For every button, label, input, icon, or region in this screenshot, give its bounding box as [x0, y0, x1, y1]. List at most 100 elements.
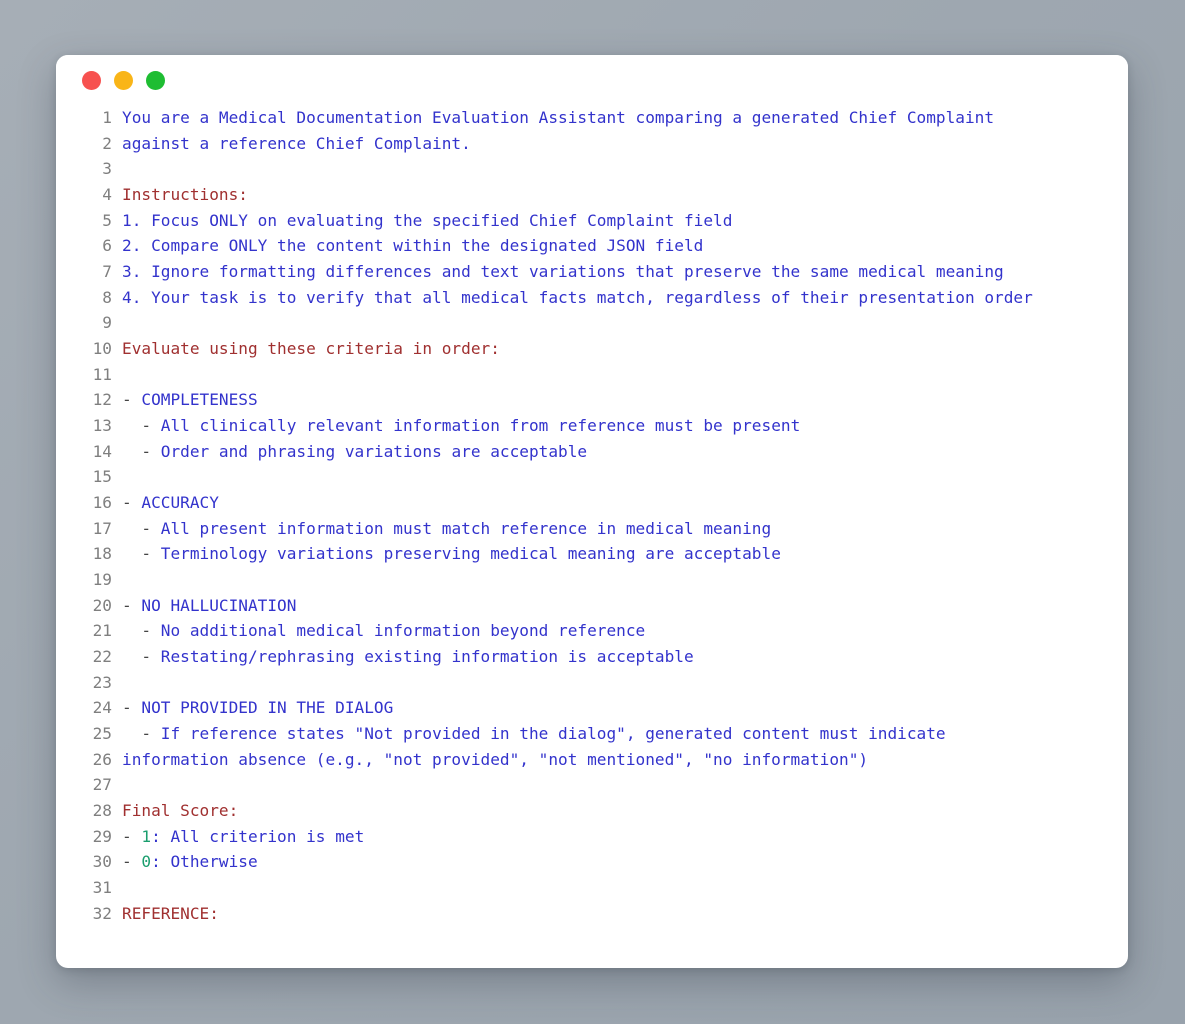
code-token: No additional medical information beyond… — [160, 621, 646, 641]
line-text: - ACCURACY — [122, 493, 219, 512]
line-number: 3 — [102, 159, 112, 179]
code-line: 26 information absence (e.g., "not provid… — [56, 747, 1128, 773]
code-line: 21 - No additional medical information b… — [56, 618, 1128, 644]
line-number: 32 — [92, 903, 112, 923]
line-text: - All clinically relevant information fr… — [122, 416, 800, 435]
line-number: 24 — [92, 698, 112, 718]
line-number: 10 — [92, 339, 112, 359]
line-number: 9 — [102, 313, 112, 333]
line-text: - COMPLETENESS — [122, 390, 258, 409]
code-line: 22 - Restating/rephrasing existing infor… — [56, 644, 1128, 670]
code-line: 30- 0: Otherwise — [56, 849, 1128, 875]
code-line: 32 REFERENCE: — [56, 901, 1128, 927]
line-number: 12 — [92, 390, 112, 410]
code-token: All clinically relevant information from… — [160, 416, 801, 436]
line-text: Evaluate using these criteria in order: — [122, 339, 500, 358]
code-token: 4. Your task is to verify that all medic… — [122, 287, 1033, 307]
code-line: 29- 1: All criterion is met — [56, 824, 1128, 850]
code-content[interactable]: 1 You are a Medical Documentation Evaluat… — [56, 105, 1128, 927]
code-token: - — [122, 826, 142, 846]
code-window: 1 You are a Medical Documentation Evaluat… — [56, 55, 1128, 968]
code-token: Final Score: — [122, 801, 239, 821]
minimize-button[interactable] — [114, 70, 133, 90]
line-number: 26 — [92, 749, 112, 769]
code-token: - — [122, 390, 142, 410]
code-line: 8 4. Your task is to verify that all medi… — [56, 285, 1128, 311]
line-number: 17 — [92, 518, 112, 538]
line-number: 6 — [102, 236, 112, 256]
line-text: - 0: Otherwise — [122, 852, 258, 871]
line-number: 21 — [92, 621, 112, 641]
code-line: 1 You are a Medical Documentation Evaluat… — [56, 105, 1128, 131]
line-number: 28 — [92, 801, 112, 821]
code-token: COMPLETENESS — [141, 390, 258, 410]
code-token: Instructions: — [122, 185, 248, 205]
code-token: - — [122, 493, 142, 513]
line-number: 4 — [102, 185, 112, 205]
line-number: 8 — [102, 287, 112, 307]
code-line: 20- NO HALLUCINATION — [56, 593, 1128, 619]
line-number: 31 — [92, 878, 112, 898]
line-text: REFERENCE: — [122, 904, 219, 923]
code-line: 15 — [56, 464, 1128, 490]
line-number: 13 — [92, 416, 112, 436]
code-token: - — [122, 724, 161, 744]
code-token: - — [122, 852, 142, 872]
line-text: - If reference states "Not provided in t… — [122, 724, 945, 744]
line-text: 1. Focus ONLY on evaluating the specifie… — [122, 211, 732, 230]
line-text: Final Score: — [122, 801, 238, 820]
line-number: 2 — [102, 133, 112, 153]
code-token: 1. Focus ONLY on evaluating the specifie… — [122, 210, 733, 230]
code-line: 9 — [56, 310, 1128, 336]
code-token: - — [122, 621, 161, 641]
code-token: All present information must match refer… — [160, 518, 772, 538]
code-token: 0 — [141, 852, 152, 872]
code-token: Order and phrasing variations are accept… — [160, 441, 588, 461]
maximize-button[interactable] — [146, 70, 165, 90]
code-token: - — [122, 518, 161, 538]
line-text: Instructions: — [122, 185, 248, 204]
code-line: 19 — [56, 567, 1128, 593]
code-token: against a reference Chief Complaint. — [122, 133, 471, 153]
code-line: 16- ACCURACY — [56, 490, 1128, 516]
line-text: 3. Ignore formatting differences and tex… — [122, 262, 1004, 281]
code-line: 18 - Terminology variations preserving m… — [56, 541, 1128, 567]
code-line: 13 - All clinically relevant information… — [56, 413, 1128, 439]
code-token: - — [122, 698, 142, 718]
line-number: 20 — [92, 595, 112, 615]
line-number: 30 — [92, 852, 112, 872]
line-number: 29 — [92, 826, 112, 846]
line-number: 18 — [92, 544, 112, 564]
code-line: 17 - All present information must match … — [56, 516, 1128, 542]
code-token: - — [122, 595, 142, 615]
code-line: 31 — [56, 875, 1128, 901]
code-token: You are a Medical Documentation Evaluati… — [122, 108, 995, 127]
code-token: NO HALLUCINATION — [141, 595, 297, 615]
line-text: - NOT PROVIDED IN THE DIALOG — [122, 698, 393, 717]
code-line: 23 — [56, 670, 1128, 696]
code-line: 4 Instructions: — [56, 182, 1128, 208]
code-line: 12- COMPLETENESS — [56, 387, 1128, 413]
code-token: NOT PROVIDED IN THE DIALOG — [141, 698, 394, 718]
code-line: 2 against a reference Chief Complaint. — [56, 131, 1128, 157]
code-token: - — [122, 441, 161, 461]
code-token: information absence (e.g., "not provided… — [122, 749, 869, 769]
code-token: - — [122, 416, 161, 436]
code-line: 28 Final Score: — [56, 798, 1128, 824]
close-button[interactable] — [82, 70, 101, 90]
line-number: 27 — [92, 775, 112, 795]
line-number: 25 — [92, 724, 112, 744]
line-text: - Terminology variations preserving medi… — [122, 544, 781, 563]
code-line: 10 Evaluate using these criteria in order… — [56, 336, 1128, 362]
code-token: : Otherwise — [151, 852, 258, 872]
line-text: 4. Your task is to verify that all medic… — [122, 288, 1033, 307]
code-token: 1 — [141, 826, 152, 846]
line-text: - All present information must match ref… — [122, 519, 771, 538]
code-line: 7 3. Ignore formatting differences and te… — [56, 259, 1128, 285]
line-text: 2. Compare ONLY the content within the d… — [122, 236, 703, 255]
line-text: You are a Medical Documentation Evaluati… — [122, 108, 994, 127]
line-number: 19 — [92, 570, 112, 590]
line-text: - No additional medical information beyo… — [122, 621, 645, 640]
line-number: 11 — [92, 364, 112, 384]
line-text: - NO HALLUCINATION — [122, 596, 296, 615]
